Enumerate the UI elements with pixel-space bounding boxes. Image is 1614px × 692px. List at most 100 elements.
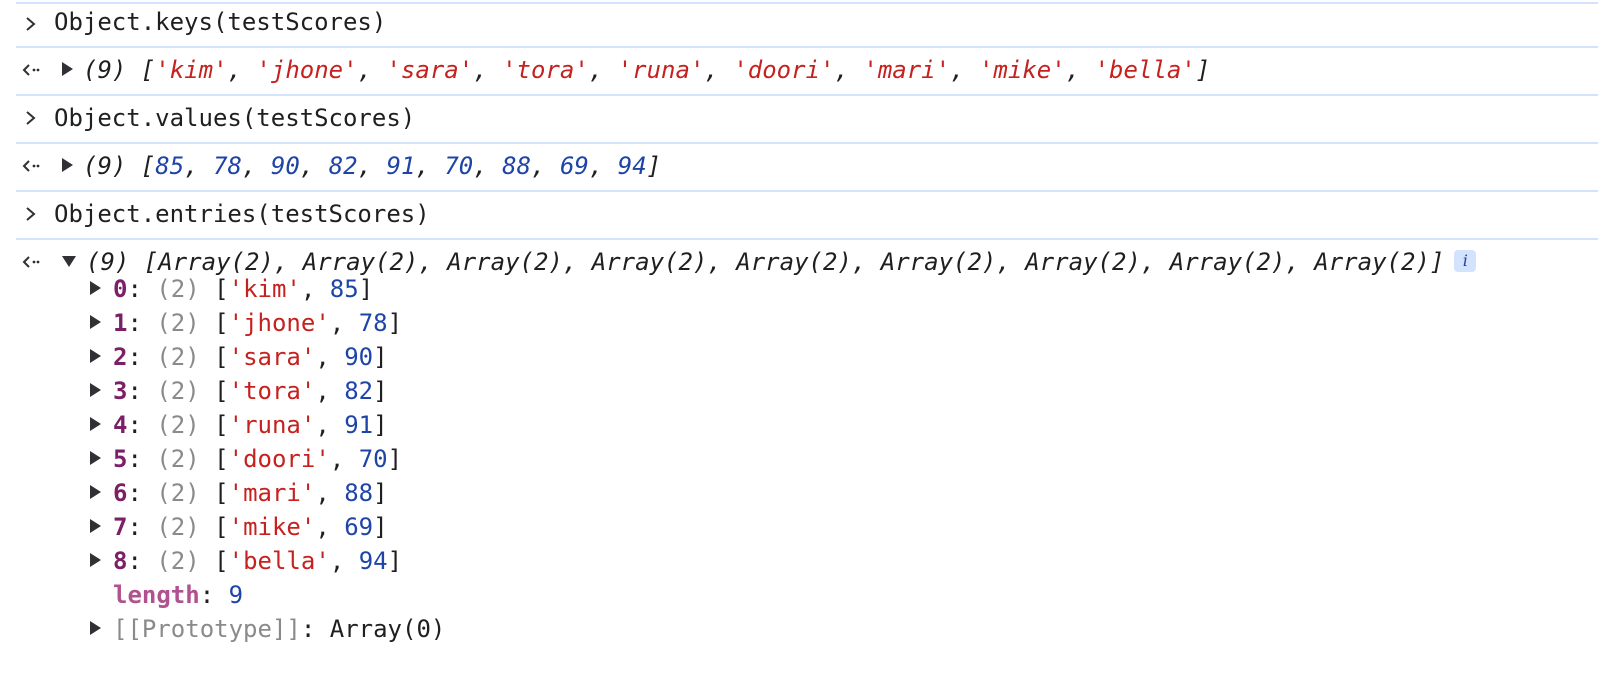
- triangle-right-icon[interactable]: [90, 349, 101, 363]
- triangle-right-icon[interactable]: [90, 553, 101, 567]
- triangle-right-icon[interactable]: [62, 158, 73, 172]
- entry-row[interactable]: 6: (2) ['mari', 88]: [0, 476, 1614, 510]
- entry-name: 'runa': [228, 411, 316, 439]
- entry-row[interactable]: 2: (2) ['sara', 90]: [0, 340, 1614, 374]
- prototype-key: [[Prototype]]: [113, 615, 301, 643]
- console-input-row: Object.keys(testScores): [0, 0, 1614, 46]
- info-icon[interactable]: i: [1454, 250, 1477, 272]
- length-property: length: 9: [113, 581, 244, 609]
- entry-count: (2): [156, 343, 200, 371]
- triangle-right-icon[interactable]: [62, 62, 73, 76]
- length-value: 9: [228, 581, 244, 609]
- entry-name: 'mari': [228, 479, 316, 507]
- array-item-number: 78: [213, 152, 242, 180]
- prototype-value: Array(0): [329, 615, 446, 643]
- entry-row[interactable]: 5: (2) ['doori', 70]: [0, 442, 1614, 476]
- entry-index: 7: [113, 513, 128, 541]
- array-item-number: 88: [502, 152, 532, 180]
- entry-score: 90: [344, 343, 374, 371]
- entry-name: 'doori': [228, 445, 330, 473]
- entry-row[interactable]: 7: (2) ['mike', 69]: [0, 510, 1614, 544]
- triangle-right-icon[interactable]: [90, 315, 101, 329]
- entry-count: (2): [156, 411, 200, 439]
- console-output-row: (9) [Array(2), Array(2), Array(2), Array…: [0, 238, 1614, 646]
- array-item-string: 'bella': [1094, 56, 1196, 84]
- triangle-down-icon[interactable]: [62, 255, 76, 267]
- entry-score: 88: [344, 479, 374, 507]
- entry-score: 82: [344, 377, 374, 405]
- triangle-right-icon[interactable]: [90, 485, 101, 499]
- chevron-right-icon: [18, 100, 44, 136]
- entry-row[interactable]: 3: (2) ['tora', 82]: [0, 374, 1614, 408]
- entry-row[interactable]: 1: (2) ['jhone', 78]: [0, 306, 1614, 340]
- array-item-number: 94: [617, 152, 647, 180]
- array-item-string: 'tora': [502, 56, 589, 84]
- entry-index: 2: [113, 343, 128, 371]
- console-input-text[interactable]: Object.values(testScores): [54, 100, 415, 136]
- entry-index: 4: [113, 411, 128, 439]
- triangle-right-icon[interactable]: [90, 451, 101, 465]
- console-output-row: (9) ['kim', 'jhone', 'sara', 'tora', 'ru…: [0, 46, 1614, 94]
- triangle-right-icon[interactable]: [90, 417, 101, 431]
- array-item-number: 91: [386, 152, 416, 180]
- array-item-number: 70: [444, 152, 474, 180]
- entry-score: 91: [344, 411, 374, 439]
- entry-count: (2): [156, 275, 200, 303]
- entry-score: 85: [329, 275, 359, 303]
- entry-index: 8: [113, 547, 128, 575]
- triangle-right-icon[interactable]: [90, 383, 101, 397]
- triangle-right-icon[interactable]: [90, 281, 101, 295]
- separator: [16, 190, 1598, 192]
- array-count: (9): [83, 152, 127, 180]
- entry-row[interactable]: 4: (2) ['runa', 91]: [0, 408, 1614, 442]
- triangle-right-icon[interactable]: [90, 519, 101, 533]
- separator: [16, 46, 1598, 48]
- keys-array-output[interactable]: (9) ['kim', 'jhone', 'sara', 'tora', 'ru…: [62, 52, 1210, 88]
- entry-row[interactable]: 0: (2) ['kim', 85]: [0, 272, 1614, 306]
- array-item-string: 'kim': [155, 56, 228, 84]
- return-arrow-icon: [18, 148, 44, 184]
- chevron-right-icon: [18, 196, 44, 232]
- return-arrow-icon: [18, 52, 44, 88]
- entry-score: 78: [358, 309, 388, 337]
- array-item-string: 'doori': [733, 56, 835, 84]
- entry-name: 'kim': [228, 275, 301, 303]
- entry-index: 3: [113, 377, 128, 405]
- entry-name: 'mike': [228, 513, 316, 541]
- array-item-string: 'sara': [386, 56, 474, 84]
- array-item-number: 82: [328, 152, 358, 180]
- console-input-row: Object.values(testScores): [0, 94, 1614, 142]
- values-array-output[interactable]: (9) [85, 78, 90, 82, 91, 70, 88, 69, 94]: [62, 148, 661, 184]
- entry-index: 1: [113, 309, 128, 337]
- entry-row[interactable]: 8: (2) ['bella', 94]: [0, 544, 1614, 578]
- entry-name: 'sara': [228, 343, 316, 371]
- entry-index: 5: [113, 445, 128, 473]
- entry-score: 94: [358, 547, 388, 575]
- console-input-text[interactable]: Object.entries(testScores): [54, 196, 430, 232]
- separator: [16, 142, 1598, 144]
- console-panel: Object.keys(testScores) (9) ['kim', 'jho…: [0, 0, 1614, 646]
- entries-children: 0: (2) ['kim', 85] 1: (2) ['jhone', 78] 2:…: [0, 272, 1614, 578]
- entry-count: (2): [156, 309, 200, 337]
- entry-count: (2): [156, 377, 200, 405]
- entry-score: 69: [344, 513, 374, 541]
- array-item-string: 'runa': [617, 56, 705, 84]
- entry-count: (2): [156, 479, 200, 507]
- separator: [16, 94, 1598, 96]
- console-input-row: Object.entries(testScores): [0, 190, 1614, 238]
- entry-score: 70: [358, 445, 388, 473]
- entry-name: 'jhone': [228, 309, 330, 337]
- array-item-number: 69: [559, 152, 589, 180]
- prototype-property[interactable]: [[Prototype]]: Array(0): [0, 612, 1614, 646]
- entry-count: (2): [156, 445, 200, 473]
- array-item-number: 90: [270, 152, 300, 180]
- chevron-right-icon: [18, 6, 44, 42]
- entry-count: (2): [156, 547, 200, 575]
- array-count: (9): [83, 56, 127, 84]
- triangle-right-icon[interactable]: [90, 621, 101, 635]
- array-item-string: 'jhone': [256, 56, 358, 84]
- array-item-string: 'mari': [863, 56, 951, 84]
- console-output-row: (9) [85, 78, 90, 82, 91, 70, 88, 69, 94]: [0, 142, 1614, 190]
- array-item-string: 'mike': [978, 56, 1066, 84]
- console-input-text[interactable]: Object.keys(testScores): [54, 4, 386, 40]
